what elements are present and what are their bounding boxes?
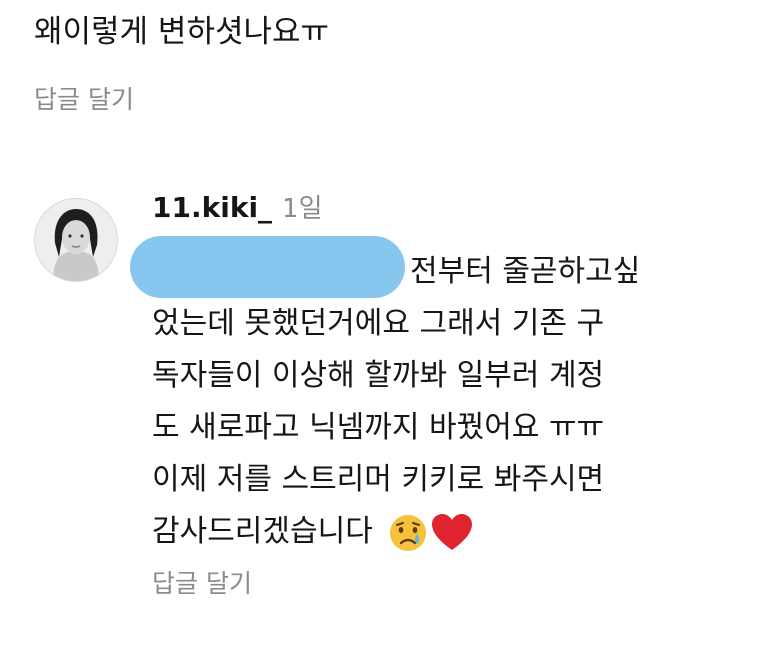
timestamp: 1일 [282,194,323,224]
redaction-mark [130,236,405,298]
comment-line: 감사드리겠습니다 [152,514,373,549]
comment-line: 독자들이 이상해 할까봐 일부러 계정 [152,358,605,393]
comment-line: 이제 저를 스트리머 키키로 봐주시면 [152,462,605,497]
comment-header: 11.kiki_ 1일 [152,186,323,234]
comment-line: 도 새로파고 닉넴까지 바꿨어요 ㅠㅠ [152,410,605,445]
comment-last-line: 감사드리겠습니다 [152,506,762,558]
crying-face-emoji [390,514,427,551]
username-link[interactable]: 11.kiki_ [152,191,272,224]
reply-button[interactable]: 답글 달기 [34,80,134,116]
previous-comment-text: 왜이렇게 변하셧나요ㅠ [34,14,330,50]
red-heart-emoji [432,513,473,550]
comment-line: 었는데 못했던거에요 그래서 기존 구 [152,306,605,341]
avatar-portrait-icon [35,199,117,281]
reply-button[interactable]: 답글 달기 [152,564,252,600]
avatar[interactable] [34,198,118,282]
